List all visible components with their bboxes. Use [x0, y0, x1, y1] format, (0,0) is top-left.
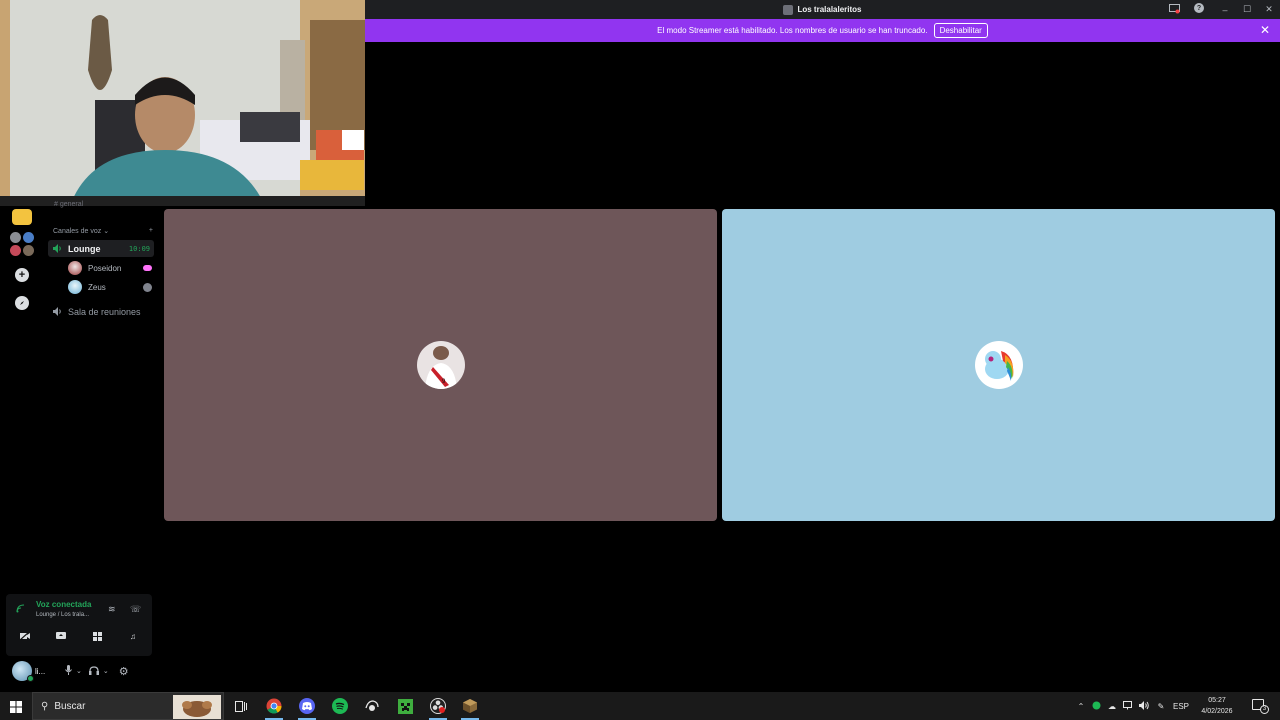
language-indicator[interactable]: ESP — [1170, 702, 1192, 711]
discord-app-icon[interactable] — [292, 692, 322, 720]
headphones-icon[interactable] — [88, 665, 99, 677]
voice-connection-panel: Voz conectada Lounge / Los trala... ≋ ☏ … — [6, 594, 152, 656]
text-channel-cut[interactable]: # general — [54, 201, 83, 208]
participant-avatar — [974, 341, 1023, 389]
clock-date: 4/02/2026 — [1201, 708, 1233, 715]
notification-count-badge: 3 — [1260, 705, 1269, 714]
volume-icon[interactable] — [1136, 700, 1152, 712]
pen-icon[interactable]: ✎ — [1152, 702, 1170, 711]
taskbar-clock[interactable]: 05:27 4/02/2026 — [1197, 695, 1237, 717]
channel-sidebar: # general Canales de voz ⌄ + Lounge 10:0… — [44, 201, 158, 594]
user-panel: li... ⌄ ⌄ ⚙ — [6, 656, 152, 686]
online-status-icon — [27, 675, 34, 682]
chrome-app-icon[interactable] — [259, 692, 289, 720]
close-banner-icon[interactable]: ✕ — [1260, 23, 1270, 37]
maximize-button[interactable]: ☐ — [1236, 4, 1258, 15]
disable-streamer-mode-button[interactable]: Deshabilitar — [933, 23, 988, 38]
tray-app-icon[interactable] — [1088, 701, 1104, 712]
network-icon[interactable] — [1120, 700, 1136, 712]
activities-icon[interactable] — [86, 628, 108, 644]
username[interactable]: li... — [35, 667, 51, 676]
discord-title-bar: Los tralalaleritos ? – ☐ ✕ — [365, 0, 1280, 19]
avatar — [68, 280, 82, 294]
video-tile-poseidon[interactable]: 9 — [164, 209, 717, 521]
desktop-screen: Los tralalaleritos ? – ☐ ✕ El modo Strea… — [0, 0, 1280, 720]
voice-channel-sala[interactable]: Sala de reuniones — [48, 303, 154, 320]
voice-member-zeus[interactable]: Zeus — [68, 279, 152, 295]
audio-options-chevron-icon[interactable]: ⌄ — [103, 667, 109, 675]
window-controls: – ☐ ✕ — [1214, 0, 1280, 19]
show-hidden-icons-chevron-icon[interactable]: ⌃ — [1074, 702, 1088, 711]
streamer-mode-banner: El modo Streamer está habilitado. Los no… — [365, 19, 1280, 42]
settings-gear-icon[interactable]: ⚙ — [119, 665, 129, 678]
streamer-mode-message: El modo Streamer está habilitado. Los no… — [657, 26, 928, 35]
system-tray: ⌃ ☁ ✎ ESP — [1074, 692, 1192, 720]
camera-off-icon[interactable] — [14, 628, 36, 644]
screen-share-icon[interactable] — [50, 628, 72, 644]
search-icon: ⚲ — [41, 700, 49, 712]
voice-member-poseidon[interactable]: Poseidon — [68, 260, 152, 276]
disconnect-icon[interactable]: ☏ — [130, 604, 141, 615]
webcam-overlay — [0, 0, 365, 206]
voice-channel-path[interactable]: Lounge / Los trala... — [36, 612, 89, 618]
minecraft-launcher-icon[interactable] — [455, 692, 485, 720]
webcam-feed-image — [0, 0, 365, 206]
discover-icon[interactable] — [15, 296, 29, 310]
add-channel-icon[interactable]: + — [149, 227, 153, 235]
screen-share-icon[interactable] — [1168, 3, 1180, 15]
member-name: Poseidon — [88, 263, 122, 273]
minimize-button[interactable]: – — [1214, 5, 1236, 15]
obs-app-icon[interactable] — [423, 692, 453, 720]
voice-channel-lounge[interactable]: Lounge 10:09 — [48, 240, 154, 257]
windows-start-icon[interactable] — [10, 700, 22, 713]
avatar — [68, 261, 82, 275]
search-placeholder: Buscar — [54, 700, 86, 712]
streaming-indicator-icon — [143, 265, 152, 271]
member-name: Zeus — [88, 282, 106, 292]
speaker-icon — [53, 244, 63, 253]
windows-taskbar: ⚲ Buscar ⌃ ☁ ✎ ESP 05:27 4/02/2026 3 — [0, 692, 1280, 720]
soundboard-icon[interactable]: ♫ — [122, 628, 144, 644]
voice-status: Voz conectada — [36, 600, 92, 609]
search-highlight-image — [173, 695, 221, 719]
server-group-icon[interactable] — [10, 232, 34, 256]
help-icon[interactable]: ? — [1194, 3, 1204, 13]
microphone-icon[interactable] — [65, 665, 72, 677]
video-tile-zeus[interactable] — [722, 209, 1275, 521]
close-window-button[interactable]: ✕ — [1258, 4, 1280, 15]
task-view-icon[interactable] — [226, 692, 256, 720]
signal-icon[interactable] — [16, 604, 27, 613]
window-title-text: Los tralalaleritos — [797, 5, 862, 14]
text-channel-label: general — [59, 201, 84, 208]
clock-time: 05:27 — [1208, 697, 1226, 704]
voice-channel-label: Lounge — [68, 243, 101, 254]
voice-channel-label: Sala de reuniones — [68, 306, 141, 317]
title-bar-tools: ? — [1168, 3, 1204, 15]
voice-category-header[interactable]: Canales de voz ⌄ + — [53, 227, 153, 235]
server-icon — [783, 4, 794, 15]
minecraft-app-icon[interactable] — [390, 692, 420, 720]
taskbar-search-box[interactable]: ⚲ Buscar — [32, 692, 224, 720]
status-indicator-icon — [143, 282, 152, 292]
spotify-app-icon[interactable] — [325, 692, 355, 720]
steam-app-icon[interactable] — [357, 692, 387, 720]
user-avatar[interactable] — [12, 661, 34, 682]
mic-options-chevron-icon[interactable]: ⌄ — [76, 667, 82, 675]
voice-actions: ♫ — [14, 628, 144, 644]
server-folder-icon[interactable] — [12, 209, 32, 225]
participant-avatar: 9 — [416, 341, 465, 389]
noise-suppression-icon[interactable]: ≋ — [108, 604, 116, 615]
window-title: Los tralalaleritos — [783, 4, 862, 15]
speaker-icon — [53, 307, 63, 316]
call-timer: 10:09 — [128, 244, 150, 253]
add-server-icon[interactable]: + — [15, 268, 29, 282]
voice-category-label: Canales de voz — [53, 228, 102, 235]
cloud-sync-icon[interactable]: ☁ — [1104, 702, 1120, 711]
